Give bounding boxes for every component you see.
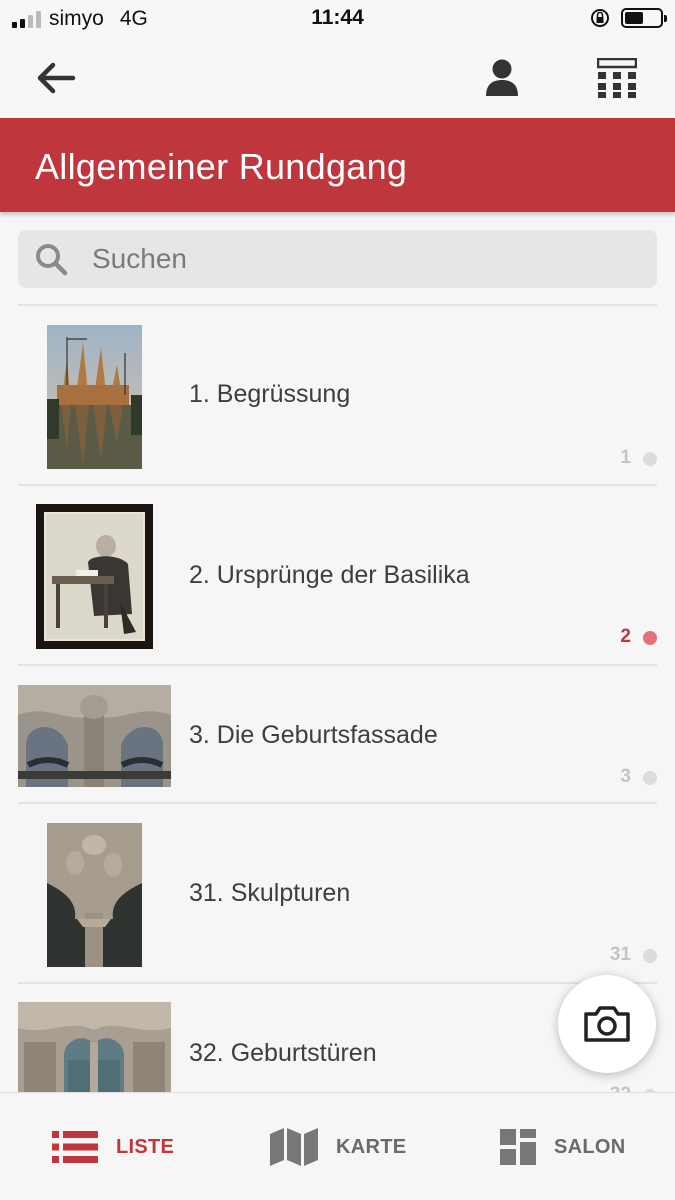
portrait-painting-thumbnail: [36, 504, 153, 649]
battery-icon: [621, 8, 667, 28]
list-icon: [52, 1131, 98, 1163]
nativity-facade-thumbnail: [18, 685, 171, 787]
arrow-left-icon: [37, 62, 76, 94]
tab-label: LISTE: [116, 1135, 175, 1158]
back-button[interactable]: [28, 52, 84, 104]
camera-button[interactable]: [558, 975, 656, 1073]
list-item[interactable]: 31. Skulpturen 31: [18, 802, 657, 982]
page-title: Allgemeiner Rundgang: [35, 146, 408, 187]
item-status-dot: [643, 631, 657, 645]
list-item[interactable]: 1. Begrüssung 1: [18, 304, 657, 484]
tab-karte[interactable]: KARTE: [270, 1093, 406, 1200]
tab-salon[interactable]: SALON: [500, 1093, 626, 1200]
sculptures-thumbnail: [47, 823, 142, 967]
tab-label: SALON: [554, 1135, 626, 1158]
item-number: 31: [609, 944, 631, 965]
nativity-doors-thumbnail: [18, 1002, 171, 1094]
item-title: 2. Ursprünge der Basilika: [189, 561, 470, 589]
grid-icon: [500, 1129, 536, 1165]
profile-button[interactable]: [474, 52, 530, 104]
item-status-dot: [643, 771, 657, 785]
item-number: 2: [620, 626, 631, 647]
keypad-icon: [597, 58, 637, 98]
item-title: 3. Die Geburtsfassade: [189, 721, 438, 749]
nav-bar: [0, 38, 675, 118]
item-status-dot: [643, 949, 657, 963]
item-title: 31. Skulpturen: [189, 879, 351, 907]
tab-bar: LISTE KARTE SALON: [0, 1092, 675, 1200]
status-time: 11:44: [311, 6, 364, 29]
basilica-reflection-thumbnail: [47, 325, 142, 469]
person-icon: [486, 59, 518, 96]
status-bar: simyo 4G 11:44: [0, 0, 675, 38]
map-icon: [270, 1128, 318, 1166]
title-bar: Allgemeiner Rundgang: [0, 118, 675, 212]
tour-stop-list: 1. Begrüssung 1 2. Ursprünge der Basilik…: [0, 304, 675, 1094]
search-box[interactable]: [18, 230, 657, 288]
list-item[interactable]: 3. Die Geburtsfassade 3: [18, 664, 657, 802]
item-status-dot: [643, 452, 657, 466]
tab-label: KARTE: [336, 1135, 407, 1158]
tab-liste[interactable]: LISTE: [52, 1093, 174, 1200]
search-input[interactable]: [92, 230, 632, 288]
item-number: 3: [620, 766, 631, 787]
item-title: 32. Geburtstüren: [189, 1039, 377, 1067]
orientation-lock-icon: [591, 9, 609, 27]
keypad-button[interactable]: [589, 52, 645, 104]
item-number: 1: [620, 447, 631, 468]
list-item[interactable]: 2. Ursprünge der Basilika 2: [18, 484, 657, 664]
search-icon: [36, 244, 68, 276]
item-title: 1. Begrüssung: [189, 380, 351, 408]
camera-icon: [584, 1006, 630, 1042]
